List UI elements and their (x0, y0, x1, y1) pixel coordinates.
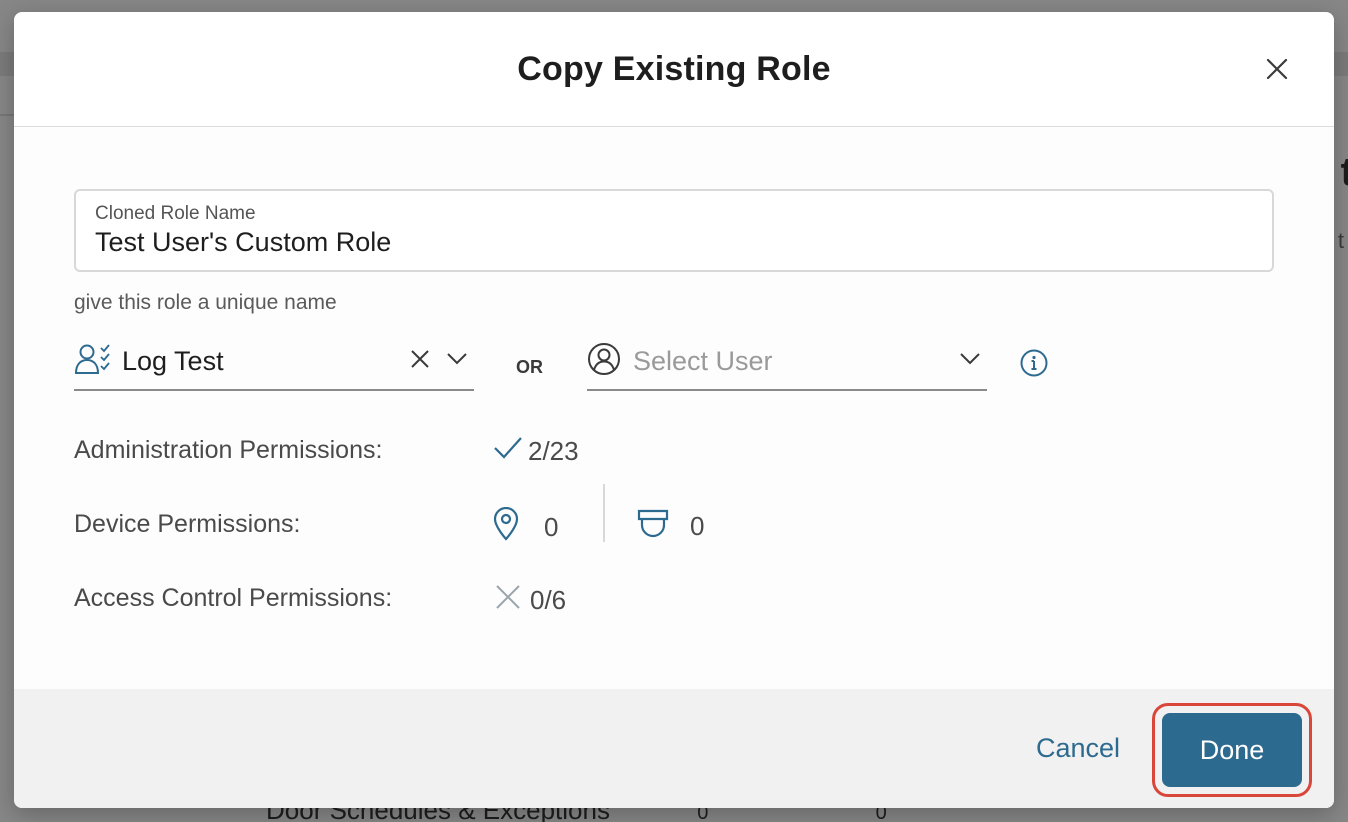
role-select[interactable]: Log Test (74, 333, 474, 391)
cloned-role-name-label: Cloned Role Name (95, 203, 256, 224)
modal-footer: Cancel Done (14, 689, 1334, 808)
admin-permissions-label: Administration Permissions: (74, 436, 383, 464)
device-permissions-label: Device Permissions: (74, 510, 301, 538)
role-checklist-icon (74, 343, 114, 380)
cancel-button[interactable]: Cancel (1036, 733, 1120, 764)
user-select[interactable]: Select User (587, 333, 987, 391)
role-select-value: Log Test (122, 345, 224, 376)
access-control-permissions-count: 0/6 (530, 585, 567, 615)
clear-icon[interactable] (410, 349, 430, 374)
check-icon (492, 435, 524, 468)
admin-permissions-value: 2/23 (492, 435, 579, 468)
done-button-highlight: Done (1152, 703, 1312, 797)
modal-title: Copy Existing Role (517, 49, 831, 88)
info-icon[interactable] (1020, 349, 1048, 377)
cloned-role-name-field[interactable]: Cloned Role Name (74, 189, 1274, 272)
close-icon[interactable] (1264, 56, 1290, 82)
user-select-placeholder: Select User (633, 345, 773, 376)
copy-role-modal: Copy Existing Role Cloned Role Name give… (14, 12, 1334, 808)
device-permissions-divider (603, 484, 605, 542)
device-locations-value: 0 (492, 506, 559, 548)
cloned-role-name-helper: give this role a unique name (74, 291, 337, 314)
x-icon (494, 583, 522, 618)
done-button[interactable]: Done (1162, 713, 1302, 787)
device-cameras-value: 0 (636, 507, 704, 546)
modal-body: Cloned Role Name give this role a unique… (14, 127, 1334, 689)
camera-dome-icon (636, 507, 670, 546)
cloned-role-name-input[interactable] (95, 227, 1253, 258)
user-circle-icon (587, 342, 621, 381)
access-control-permissions-label: Access Control Permissions: (74, 584, 393, 612)
access-control-permissions-value: 0/6 (494, 583, 566, 618)
or-label: OR (516, 357, 543, 377)
chevron-down-icon[interactable] (959, 352, 981, 371)
modal-header: Copy Existing Role (14, 12, 1334, 127)
location-pin-icon (492, 506, 520, 548)
device-cameras-count: 0 (690, 511, 705, 541)
chevron-down-icon[interactable] (446, 352, 468, 371)
admin-permissions-count: 2/23 (528, 436, 579, 466)
device-locations-count: 0 (544, 512, 559, 542)
